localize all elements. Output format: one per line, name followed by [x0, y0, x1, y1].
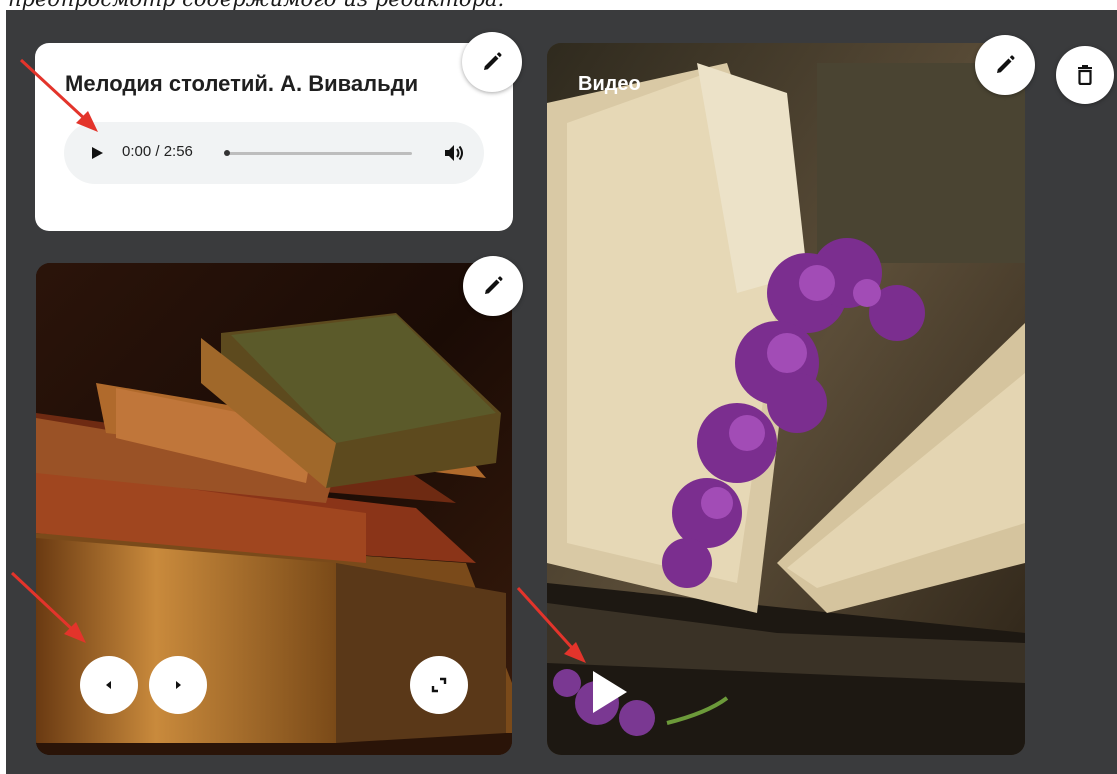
editor-board: Мелодия столетий. А. Вивальди 0:00 / 2:5…	[6, 10, 1117, 774]
annotation-arrows	[10, 58, 586, 663]
